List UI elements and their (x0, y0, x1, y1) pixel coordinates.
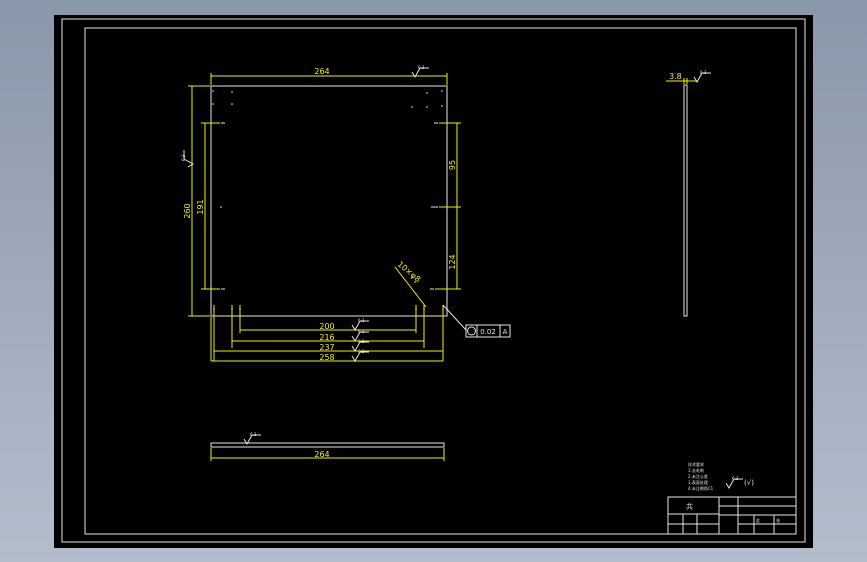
note-1: 1.去毛刺 (688, 467, 704, 473)
side-profile (683, 84, 688, 317)
bottom-profile (210, 442, 445, 448)
finish-parenthesis: (√) (744, 479, 754, 487)
dim-216: 216 (319, 333, 334, 342)
svg-text:6.3: 6.3 (418, 65, 425, 70)
surface-finish-marks-bottom: 6.3 6.3 6.3 6.3 (351, 318, 369, 362)
dim-top-width: 264 (314, 67, 329, 76)
note-4: 4.未注倒角C1 (688, 485, 714, 491)
cad-viewer: 264 6.3 260 191 6.3 95 124 10×φ8 200 216… (0, 0, 867, 562)
svg-text:6.3: 6.3 (181, 154, 186, 161)
svg-text:6.3: 6.3 (358, 339, 365, 344)
svg-text:6.3: 6.3 (358, 349, 365, 354)
svg-text:6.3: 6.3 (732, 476, 739, 481)
side-thickness: 3.8 (669, 72, 682, 81)
title-char-2: 此 (756, 517, 760, 523)
surface-finish-top: 6.3 (411, 65, 429, 78)
svg-text:6.3: 6.3 (700, 70, 707, 75)
title-char-small: 共 (686, 502, 693, 511)
surface-finish-left: 6.3 (181, 150, 194, 168)
side-view: 3.8 6.3 (666, 70, 711, 317)
title-block: 共 此 张 (667, 496, 797, 535)
tolerance-value: 0.02 (480, 328, 496, 336)
note-2: 2.未注公差 (688, 473, 708, 479)
dim-bottom-width: 264 (314, 450, 329, 459)
dim-258: 258 (319, 353, 334, 362)
dim-200: 200 (319, 322, 334, 331)
svg-text:6.3: 6.3 (358, 329, 365, 334)
bottom-view: 264 6.3 (210, 432, 445, 461)
title-char-3: 张 (776, 517, 780, 523)
drawing-canvas: 264 6.3 260 191 6.3 95 124 10×φ8 200 216… (61, 18, 806, 543)
dim-left-inner: 191 (196, 199, 205, 214)
flatness-icon (467, 326, 476, 336)
drawing-sheet: 264 6.3 260 191 6.3 95 124 10×φ8 200 216… (54, 15, 813, 548)
tolerance-datum: A (503, 328, 508, 336)
svg-text:6.3: 6.3 (358, 318, 365, 323)
note-3: 3.表面处理 (688, 479, 708, 485)
svg-text:6.3: 6.3 (250, 432, 257, 437)
technical-notes: 技术要求 1.去毛刺 2.未注公差 3.表面处理 4.未注倒角C1 6.3 (√… (688, 461, 754, 491)
note-0: 技术要求 (688, 461, 704, 467)
tolerance-leader (442, 304, 467, 331)
plate-outline (210, 85, 448, 317)
dim-right-upper: 95 (448, 160, 457, 170)
plan-view: 264 6.3 260 191 6.3 95 124 10×φ8 200 216… (181, 65, 511, 362)
dim-left-height: 260 (183, 203, 192, 218)
dim-237: 237 (319, 343, 334, 352)
dim-right-lower: 124 (448, 254, 457, 269)
hole-callout: 10×φ8 (396, 260, 423, 284)
tolerance-frame: 0.02 A (465, 324, 511, 338)
